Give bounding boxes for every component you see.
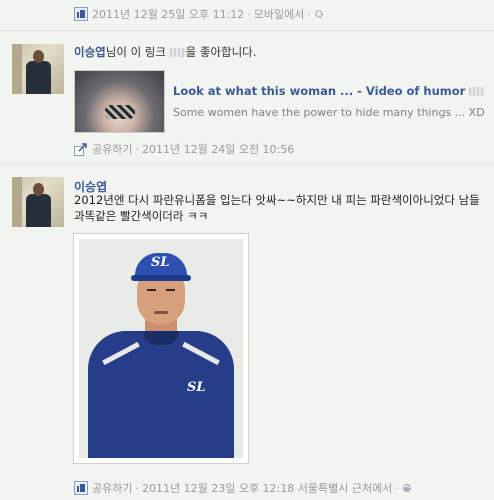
post-text: 2012년엔 다시 파란유니폼을 입는다 앗싸~~하지만 내 피는 파란색이아니… <box>74 193 480 223</box>
like-action-suffix: 을 좋아합니다. <box>185 45 257 59</box>
actor-name-link[interactable]: 이승엽 <box>74 45 106 59</box>
avatar[interactable] <box>12 177 64 227</box>
top-story-source: 모바일에서 <box>253 8 305 21</box>
post-photo[interactable]: SL SL <box>73 233 249 464</box>
location-link[interactable]: 서울특별시 근처에서 <box>298 482 393 495</box>
link-description: Some women have the power to hide many t… <box>173 106 485 119</box>
share-link[interactable]: 공유하기 <box>92 482 132 495</box>
blurred-text <box>169 48 186 57</box>
like-action-prefix: 님이 이 링크 <box>105 45 166 59</box>
share-icon <box>74 143 87 156</box>
cap-logo: SL <box>151 255 170 270</box>
avatar[interactable] <box>12 44 64 94</box>
status-post-meta: 공유하기 · 2011년 12월 23일 오후 12:18 서울특별시 근처에서 · <box>74 480 412 496</box>
share-link[interactable]: 공유하기 <box>92 143 132 156</box>
feed-divider <box>0 30 494 31</box>
gear-icon[interactable] <box>314 9 324 19</box>
like-story-text: 이승엽님이 이 링크 을 좋아합니다. <box>74 44 256 60</box>
mobile-icon <box>74 7 88 21</box>
link-thumbnail[interactable] <box>74 70 165 133</box>
link-title[interactable]: Look at what this woman ... - Video of h… <box>173 84 486 98</box>
share-icon <box>74 481 88 495</box>
top-story-meta: 2011년 12월 25일 오후 11:12 · 모바일에서 · <box>74 6 324 22</box>
feed-divider <box>0 164 494 165</box>
globe-icon[interactable] <box>402 483 412 493</box>
status-post-timestamp[interactable]: 2011년 12월 23일 오후 12:18 <box>142 482 294 495</box>
blurred-text <box>469 87 486 96</box>
jersey-logo: SL <box>187 380 206 395</box>
top-story-timestamp[interactable]: 2011년 12월 25일 오후 11:12 <box>92 8 244 21</box>
like-story-meta: 공유하기 · 2011년 12월 24일 오전 10:56 <box>74 141 294 157</box>
like-story-timestamp[interactable]: 2011년 12월 24일 오전 10:56 <box>142 143 294 156</box>
